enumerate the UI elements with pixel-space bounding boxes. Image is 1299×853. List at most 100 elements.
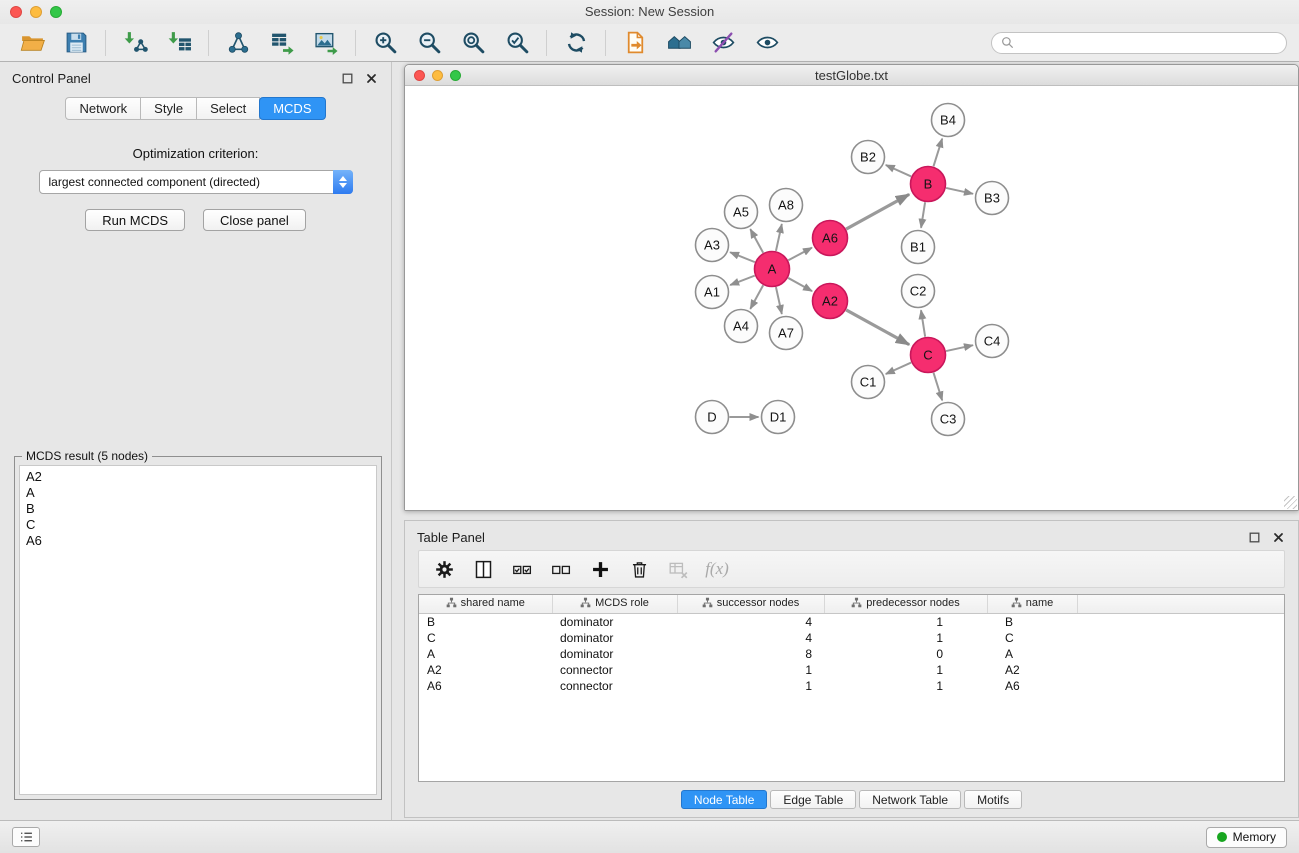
table-panel-close-button[interactable]	[1271, 530, 1286, 545]
graph-node-D1[interactable]: D1	[762, 401, 795, 434]
graph-edge-B-B3[interactable]	[946, 188, 973, 194]
mcds-result-item[interactable]: C	[26, 517, 370, 533]
apply-layout-button[interactable]	[554, 27, 598, 59]
graph-edge-B-B2[interactable]	[886, 165, 911, 176]
graph-node-C2[interactable]: C2	[902, 275, 935, 308]
table-panel-float-button[interactable]	[1247, 530, 1262, 545]
network-canvas-area[interactable]: B4 B2 B B3 A8 A5 A6 A3 B1 A C2 A1 A2 A4 A7 C4 C C1 C3 D D1	[405, 86, 1298, 510]
maximize-window-button[interactable]	[50, 6, 62, 18]
minimize-window-button[interactable]	[30, 6, 42, 18]
graph-node-A6[interactable]: A6	[813, 221, 848, 256]
table-row[interactable]: Bdominator41B	[419, 613, 1284, 630]
hide-selected-button[interactable]	[701, 27, 745, 59]
graph-node-B1[interactable]: B1	[902, 231, 935, 264]
graph-edge-A-A3[interactable]	[730, 252, 755, 262]
graph-node-C1[interactable]: C1	[852, 366, 885, 399]
manage-columns-button[interactable]	[466, 554, 500, 584]
graph-node-C[interactable]: C	[911, 338, 946, 373]
tab-select[interactable]: Select	[197, 97, 260, 120]
graph-node-A5[interactable]: A5	[725, 196, 758, 229]
graph-edge-C-C4[interactable]	[946, 345, 973, 351]
memory-button[interactable]: Memory	[1206, 827, 1287, 848]
graph-node-A3[interactable]: A3	[696, 229, 729, 262]
resize-grip-icon[interactable]	[1284, 496, 1297, 509]
tab-node-table[interactable]: Node Table	[681, 790, 768, 809]
tab-style[interactable]: Style	[141, 97, 197, 120]
graph-edge-A-A2[interactable]	[788, 278, 812, 291]
control-panel-close-button[interactable]	[364, 71, 379, 86]
save-session-button[interactable]	[54, 27, 98, 59]
graph-edge-A-A4[interactable]	[750, 285, 763, 309]
column-header-mcds-role[interactable]: MCDS role	[552, 595, 677, 613]
search-input[interactable]	[1019, 36, 1277, 50]
table-row[interactable]: A6connector11A6	[419, 678, 1284, 694]
column-header-successor-nodes[interactable]: successor nodes	[677, 595, 824, 613]
import-network-button[interactable]	[113, 27, 157, 59]
graph-edge-A-A1[interactable]	[730, 276, 755, 285]
open-file-button[interactable]	[10, 27, 54, 59]
column-header-name[interactable]: name	[987, 595, 1077, 613]
search-box[interactable]	[991, 32, 1287, 54]
graph-node-C4[interactable]: C4	[976, 325, 1009, 358]
network-close-button[interactable]	[414, 70, 425, 81]
tab-mcds[interactable]: MCDS	[259, 97, 325, 120]
graph-edge-A6-B[interactable]	[846, 194, 909, 229]
first-neighbors-button[interactable]	[657, 27, 701, 59]
tab-network[interactable]: Network	[65, 97, 141, 120]
zoom-selected-button[interactable]	[495, 27, 539, 59]
zoom-in-button[interactable]	[363, 27, 407, 59]
mcds-result-item[interactable]: A6	[26, 533, 370, 549]
table-row[interactable]: A2connector11A2	[419, 662, 1284, 678]
network-minimize-button[interactable]	[432, 70, 443, 81]
graph-edge-A-A8[interactable]	[776, 224, 782, 251]
graph-node-A7[interactable]: A7	[770, 317, 803, 350]
show-panels-button[interactable]	[12, 827, 40, 847]
export-network-button[interactable]	[216, 27, 260, 59]
graph-edge-C-C2[interactable]	[921, 310, 925, 336]
mcds-result-item[interactable]: B	[26, 501, 370, 517]
graph-node-A2[interactable]: A2	[813, 284, 848, 319]
table-row[interactable]: Adominator80A	[419, 646, 1284, 662]
export-table-button[interactable]	[260, 27, 304, 59]
network-file-button[interactable]	[613, 27, 657, 59]
zoom-fit-button[interactable]	[451, 27, 495, 59]
graph-node-C3[interactable]: C3	[932, 403, 965, 436]
criterion-dropdown[interactable]: largest connected component (directed)	[39, 170, 353, 194]
graph-edge-A-A6[interactable]	[788, 248, 812, 261]
show-all-button[interactable]	[745, 27, 789, 59]
control-panel-float-button[interactable]	[340, 71, 355, 86]
graph-node-A4[interactable]: A4	[725, 310, 758, 343]
graph-node-A[interactable]: A	[755, 252, 790, 287]
import-table-button[interactable]	[157, 27, 201, 59]
mcds-result-item[interactable]: A2	[26, 469, 370, 485]
delete-column-button[interactable]	[622, 554, 656, 584]
run-mcds-button[interactable]: Run MCDS	[85, 209, 185, 231]
graph-edge-B-B1[interactable]	[921, 202, 925, 227]
graph-node-B3[interactable]: B3	[976, 182, 1009, 215]
graph-edge-A-A5[interactable]	[750, 229, 763, 253]
deselect-all-rows-button[interactable]	[544, 554, 578, 584]
add-column-button[interactable]	[583, 554, 617, 584]
graph-node-B2[interactable]: B2	[852, 141, 885, 174]
tab-motifs[interactable]: Motifs	[964, 790, 1022, 809]
graph-edge-A-A7[interactable]	[776, 287, 782, 314]
mcds-result-item[interactable]: A	[26, 485, 370, 501]
close-window-button[interactable]	[10, 6, 22, 18]
tab-network-table[interactable]: Network Table	[859, 790, 961, 809]
graph-node-B4[interactable]: B4	[932, 104, 965, 137]
close-panel-button[interactable]: Close panel	[203, 209, 306, 231]
graph-edge-B-B4[interactable]	[934, 139, 943, 167]
column-settings-button[interactable]	[427, 554, 461, 584]
graph-edge-C-C3[interactable]	[934, 373, 943, 401]
column-header-predecessor-nodes[interactable]: predecessor nodes	[824, 595, 987, 613]
graph-edge-A2-C[interactable]	[846, 310, 909, 345]
table-row[interactable]: Cdominator41C	[419, 630, 1284, 646]
zoom-out-button[interactable]	[407, 27, 451, 59]
select-all-rows-button[interactable]	[505, 554, 539, 584]
graph-node-D[interactable]: D	[696, 401, 729, 434]
graph-edge-C-C1[interactable]	[886, 363, 911, 374]
tab-edge-table[interactable]: Edge Table	[770, 790, 856, 809]
graph-node-A1[interactable]: A1	[696, 276, 729, 309]
graph-node-B[interactable]: B	[911, 167, 946, 202]
graph-node-A8[interactable]: A8	[770, 189, 803, 222]
